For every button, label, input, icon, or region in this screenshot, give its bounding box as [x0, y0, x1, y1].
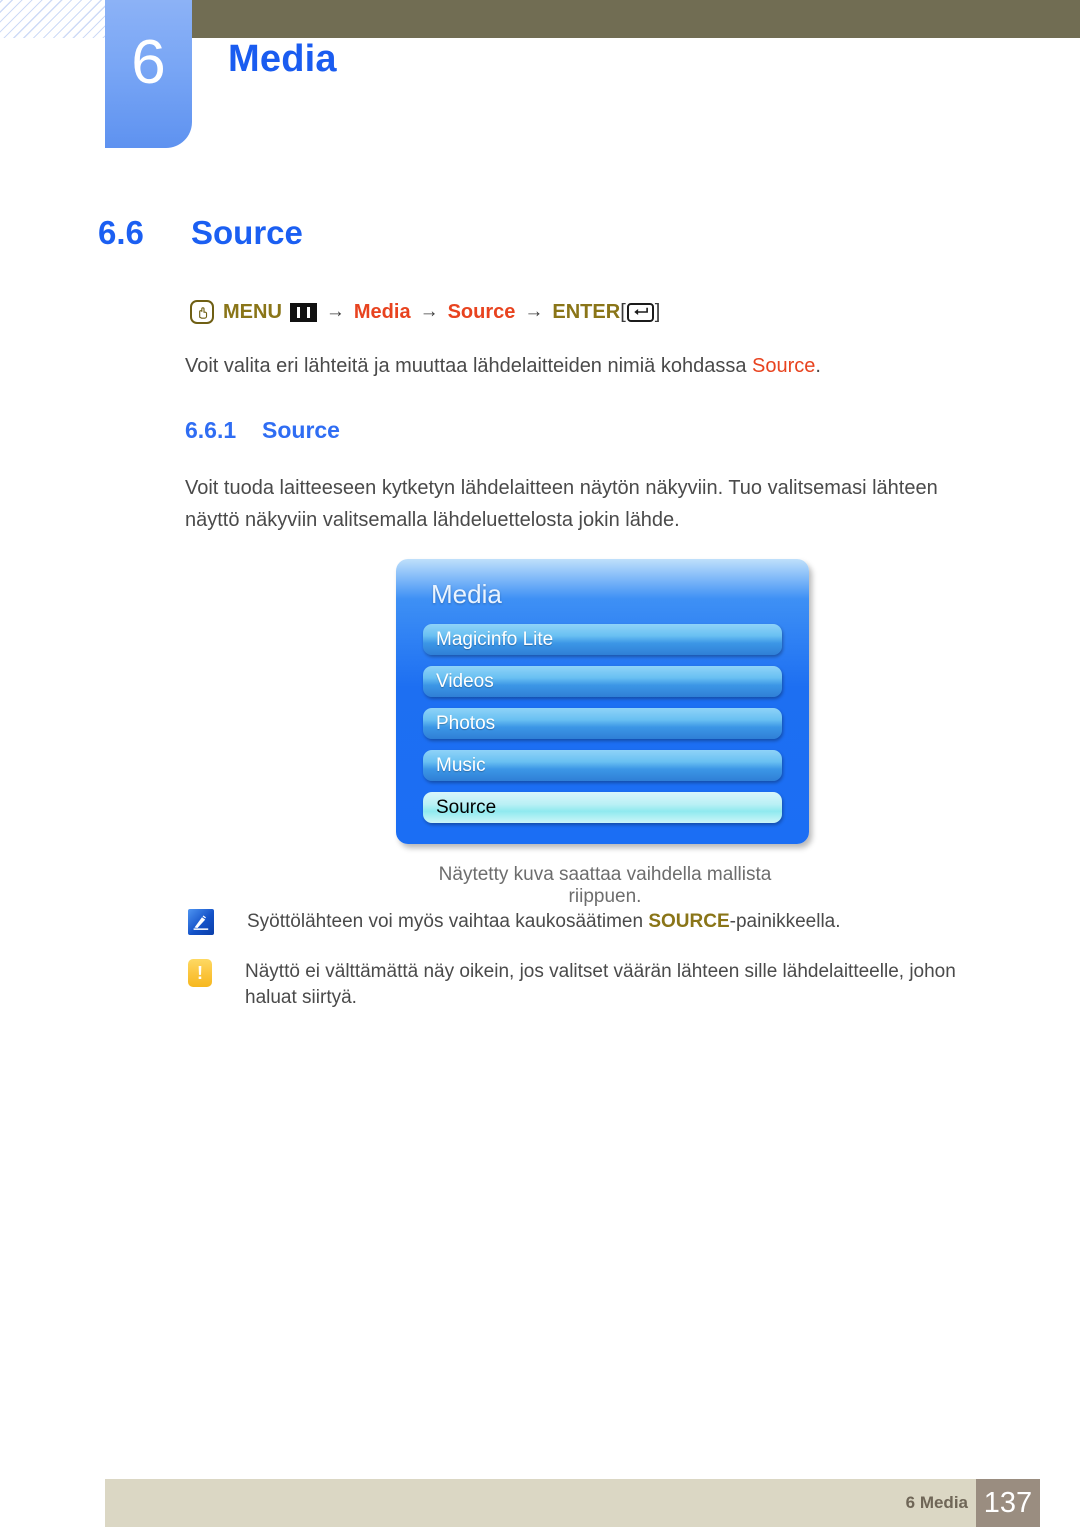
intro-text-before: Voit valita eri lähteitä ja muuttaa lähd…: [185, 355, 753, 377]
osd-item-magicinfo-lite[interactable]: Magicinfo Lite: [423, 624, 782, 655]
intro-paragraph: Voit valita eri lähteitä ja muuttaa lähd…: [185, 350, 985, 382]
subsection-title: Source: [262, 417, 340, 443]
note-text-before: Syöttölähteen voi myös vaihtaa kaukosäät…: [247, 911, 649, 932]
description-paragraph: Voit tuoda laitteeseen kytketyn lähdelai…: [185, 477, 938, 532]
chapter-number-tab: 6: [105, 0, 192, 148]
note-text: Syöttölähteen voi myös vaihtaa kaukosäät…: [247, 909, 841, 935]
menu-path-menu-label: MENU: [223, 300, 282, 323]
section-title: Source: [191, 214, 303, 251]
menu-bars-icon: [289, 302, 317, 322]
footer-page-number: 137: [976, 1479, 1040, 1527]
menu-path-item-media: Media: [353, 300, 411, 323]
note-row: Syöttölähteen voi myös vaihtaa kaukosäät…: [188, 909, 978, 935]
header-top-bar: [192, 0, 1080, 38]
page-footer: 6 Media 137: [105, 1479, 1040, 1527]
menu-path-enter-label: ENTER: [552, 300, 621, 323]
chapter-number: 6: [131, 28, 166, 97]
subsection-number: 6.6.1: [185, 417, 237, 443]
warning-text: Näyttö ei välttämättä näy oikein, jos va…: [245, 961, 956, 1008]
intro-text-after: .: [815, 355, 821, 377]
warning-icon: !: [188, 959, 212, 987]
bracket-close: ]: [654, 300, 661, 323]
note-pen-icon: [188, 909, 214, 935]
warning-row: ! Näyttö ei välttämättä näy oikein, jos …: [188, 959, 988, 1010]
press-button-icon: [190, 300, 214, 324]
osd-item-music[interactable]: Music: [423, 750, 782, 781]
header-hatch-pattern: [0, 0, 108, 38]
menu-path-breadcrumb: MENU → Media → Source → ENTER [ ]: [190, 300, 660, 324]
osd-item-label: Music: [436, 754, 486, 776]
osd-menu-title: Media: [431, 579, 502, 609]
note-highlight: SOURCE: [648, 911, 730, 932]
osd-item-source[interactable]: Source: [423, 792, 782, 823]
osd-caption: Näytetty kuva saattaa vaihdella mallista…: [438, 864, 772, 907]
menu-path-arrow-1: →: [325, 301, 345, 322]
subsection-heading: 6.6.1 Source: [185, 417, 340, 444]
menu-path-arrow-3: →: [524, 301, 544, 322]
osd-item-label: Photos: [436, 712, 496, 734]
intro-highlight: Source: [752, 355, 816, 377]
note-text-after: -painikkeella.: [729, 911, 841, 932]
menu-path-item-source: Source: [447, 300, 516, 323]
osd-item-label: Videos: [436, 670, 494, 692]
osd-item-photos[interactable]: Photos: [423, 708, 782, 739]
osd-item-label: Magicinfo Lite: [436, 628, 554, 650]
footer-chapter-label: 6 Media: [905, 1493, 968, 1512]
bracket-open: [: [620, 300, 626, 323]
section-heading: 6.6 Source: [98, 214, 303, 252]
chapter-title: Media: [228, 38, 337, 80]
osd-media-menu: Media Magicinfo Lite Videos Photos Music…: [396, 559, 809, 844]
enter-key-icon: [626, 302, 654, 322]
section-number: 6.6: [98, 214, 144, 251]
osd-item-label: Source: [436, 796, 497, 818]
osd-item-videos[interactable]: Videos: [423, 666, 782, 697]
menu-path-arrow-2: →: [419, 301, 439, 322]
